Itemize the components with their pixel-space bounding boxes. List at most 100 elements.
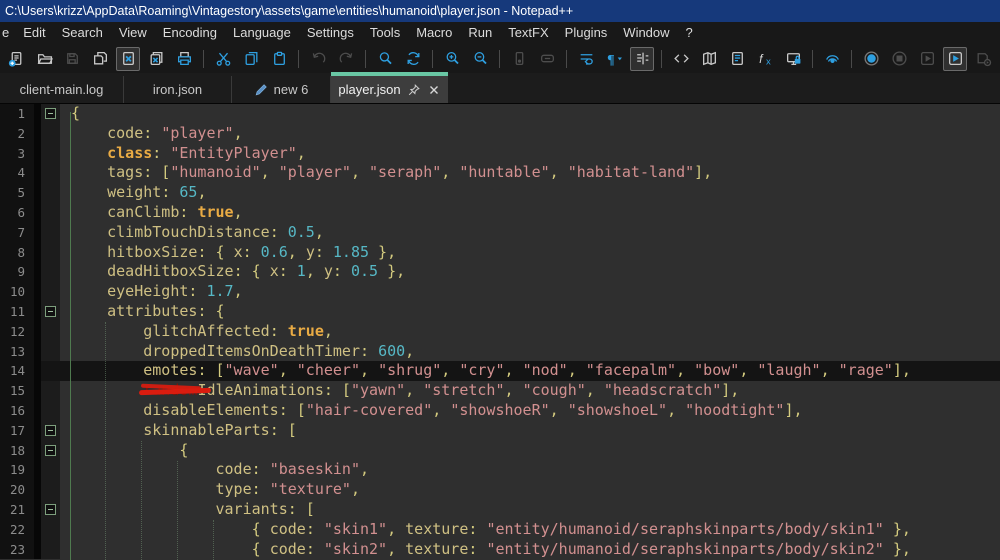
code-line-21[interactable]: 21 variants: [ bbox=[0, 500, 1000, 520]
find-button[interactable] bbox=[373, 47, 397, 71]
paste-button[interactable] bbox=[267, 47, 291, 71]
code-line-23[interactable]: 23 { code: "skin2", texture: "entity/hum… bbox=[0, 540, 1000, 560]
code-editor[interactable]: 1{2 code: "player",3 class: "EntityPlaye… bbox=[0, 104, 1000, 560]
code-tags-button[interactable] bbox=[669, 47, 693, 71]
print-button[interactable] bbox=[172, 47, 196, 71]
fold-collapse-button[interactable] bbox=[45, 425, 56, 436]
indent-guide-button[interactable] bbox=[630, 47, 654, 71]
menu-item-view[interactable]: View bbox=[111, 22, 155, 44]
close-tab-button[interactable] bbox=[427, 83, 441, 97]
bookmark-margin[interactable] bbox=[34, 401, 41, 421]
tab-new-6[interactable]: new 6 bbox=[232, 76, 331, 103]
code-line-2[interactable]: 2 code: "player", bbox=[0, 124, 1000, 144]
code-line-20[interactable]: 20 type: "texture", bbox=[0, 480, 1000, 500]
bookmark-margin[interactable] bbox=[34, 381, 41, 401]
word-wrap-button[interactable] bbox=[574, 47, 598, 71]
cut-button[interactable] bbox=[211, 47, 235, 71]
tab-player-json[interactable]: player.json bbox=[331, 76, 448, 103]
code-line-17[interactable]: 17 skinnableParts: [ bbox=[0, 421, 1000, 441]
bookmark-margin[interactable] bbox=[34, 500, 41, 520]
replace-button[interactable] bbox=[401, 47, 425, 71]
code-line-19[interactable]: 19 code: "baseskin", bbox=[0, 460, 1000, 480]
save-macro-button[interactable] bbox=[971, 47, 995, 71]
menu-item-textfx[interactable]: TextFX bbox=[500, 22, 556, 44]
undo-button[interactable] bbox=[306, 47, 330, 71]
bookmark-margin[interactable] bbox=[34, 302, 41, 322]
bookmark-margin[interactable] bbox=[34, 342, 41, 362]
code-line-16[interactable]: 16 disableElements: ["hair-covered", "sh… bbox=[0, 401, 1000, 421]
menu-item-edit[interactable]: Edit bbox=[15, 22, 53, 44]
redo-button[interactable] bbox=[334, 47, 358, 71]
play-macro-button[interactable] bbox=[915, 47, 939, 71]
menu-item-run[interactable]: Run bbox=[460, 22, 500, 44]
code-line-18[interactable]: 18 { bbox=[0, 441, 1000, 461]
menu-item-[interactable]: ? bbox=[678, 22, 701, 44]
pin-tab-button[interactable] bbox=[407, 83, 421, 97]
show-all-chars-button[interactable]: ¶ bbox=[602, 47, 626, 71]
doc-compare-button[interactable] bbox=[535, 47, 559, 71]
bookmark-margin[interactable] bbox=[34, 480, 41, 500]
code-line-9[interactable]: 9 deadHitboxSize: { x: 1, y: 0.5 }, bbox=[0, 262, 1000, 282]
code-line-22[interactable]: 22 { code: "skin1", texture: "entity/hum… bbox=[0, 520, 1000, 540]
bookmark-margin[interactable] bbox=[34, 124, 41, 144]
save-button[interactable] bbox=[60, 47, 84, 71]
title-bar[interactable]: C:\Users\krizz\AppData\Roaming\Vintagest… bbox=[0, 0, 1000, 22]
new-file-button[interactable] bbox=[4, 47, 28, 71]
code-line-7[interactable]: 7 climbTouchDistance: 0.5, bbox=[0, 223, 1000, 243]
bookmark-margin[interactable] bbox=[34, 540, 41, 560]
code-line-15[interactable]: 15 randomIdleAnimations: ["yawn", "stret… bbox=[0, 381, 1000, 401]
code-line-6[interactable]: 6 canClimb: true, bbox=[0, 203, 1000, 223]
code-line-10[interactable]: 10 eyeHeight: 1.7, bbox=[0, 282, 1000, 302]
bookmark-margin[interactable] bbox=[34, 441, 41, 461]
close-all-docs-button[interactable] bbox=[144, 47, 168, 71]
code-line-1[interactable]: 1{ bbox=[0, 104, 1000, 124]
tab-iron-json[interactable]: iron.json bbox=[124, 76, 232, 103]
menu-item-e[interactable]: e bbox=[0, 22, 15, 44]
monitor-lock-button[interactable] bbox=[781, 47, 805, 71]
bookmark-margin[interactable] bbox=[34, 361, 41, 381]
bookmark-margin[interactable] bbox=[34, 520, 41, 540]
bookmark-margin[interactable] bbox=[34, 322, 41, 342]
fold-collapse-button[interactable] bbox=[45, 306, 56, 317]
fold-collapse-button[interactable] bbox=[45, 108, 56, 119]
record-macro-button[interactable] bbox=[859, 47, 883, 71]
code-line-13[interactable]: 13 droppedItemsOnDeathTimer: 600, bbox=[0, 342, 1000, 362]
code-line-5[interactable]: 5 weight: 65, bbox=[0, 183, 1000, 203]
code-line-11[interactable]: 11 attributes: { bbox=[0, 302, 1000, 322]
code-line-3[interactable]: 3 class: "EntityPlayer", bbox=[0, 144, 1000, 164]
menu-item-search[interactable]: Search bbox=[54, 22, 111, 44]
doc-list-button[interactable] bbox=[725, 47, 749, 71]
zoom-in-button[interactable] bbox=[440, 47, 464, 71]
menu-item-tools[interactable]: Tools bbox=[362, 22, 408, 44]
fold-collapse-button[interactable] bbox=[45, 504, 56, 515]
bookmark-margin[interactable] bbox=[34, 421, 41, 441]
bookmark-margin[interactable] bbox=[34, 104, 41, 124]
bookmark-margin[interactable] bbox=[34, 223, 41, 243]
menu-item-macro[interactable]: Macro bbox=[408, 22, 460, 44]
open-folder-button[interactable] bbox=[32, 47, 56, 71]
menu-item-language[interactable]: Language bbox=[225, 22, 299, 44]
bookmark-margin[interactable] bbox=[34, 203, 41, 223]
doc-switcher-button[interactable] bbox=[507, 47, 531, 71]
tab-client-main-log[interactable]: client-main.log bbox=[0, 76, 124, 103]
bookmark-margin[interactable] bbox=[34, 243, 41, 263]
bookmark-margin[interactable] bbox=[34, 460, 41, 480]
bookmark-margin[interactable] bbox=[34, 282, 41, 302]
code-line-4[interactable]: 4 tags: ["humanoid", "player", "seraph",… bbox=[0, 163, 1000, 183]
run-macro-multi-button[interactable] bbox=[943, 47, 967, 71]
zoom-out-button[interactable] bbox=[468, 47, 492, 71]
code-line-12[interactable]: 12 glitchAffected: true, bbox=[0, 322, 1000, 342]
eye-button[interactable] bbox=[820, 47, 844, 71]
doc-map-button[interactable] bbox=[697, 47, 721, 71]
menu-item-window[interactable]: Window bbox=[615, 22, 677, 44]
copy-button[interactable] bbox=[239, 47, 263, 71]
menu-item-encoding[interactable]: Encoding bbox=[155, 22, 225, 44]
function-list-button[interactable]: fx bbox=[753, 47, 777, 71]
menu-item-settings[interactable]: Settings bbox=[299, 22, 362, 44]
stop-macro-button[interactable] bbox=[887, 47, 911, 71]
fold-collapse-button[interactable] bbox=[45, 445, 56, 456]
save-all-button[interactable] bbox=[88, 47, 112, 71]
code-line-8[interactable]: 8 hitboxSize: { x: 0.6, y: 1.85 }, bbox=[0, 243, 1000, 263]
bookmark-margin[interactable] bbox=[34, 262, 41, 282]
bookmark-margin[interactable] bbox=[34, 144, 41, 164]
